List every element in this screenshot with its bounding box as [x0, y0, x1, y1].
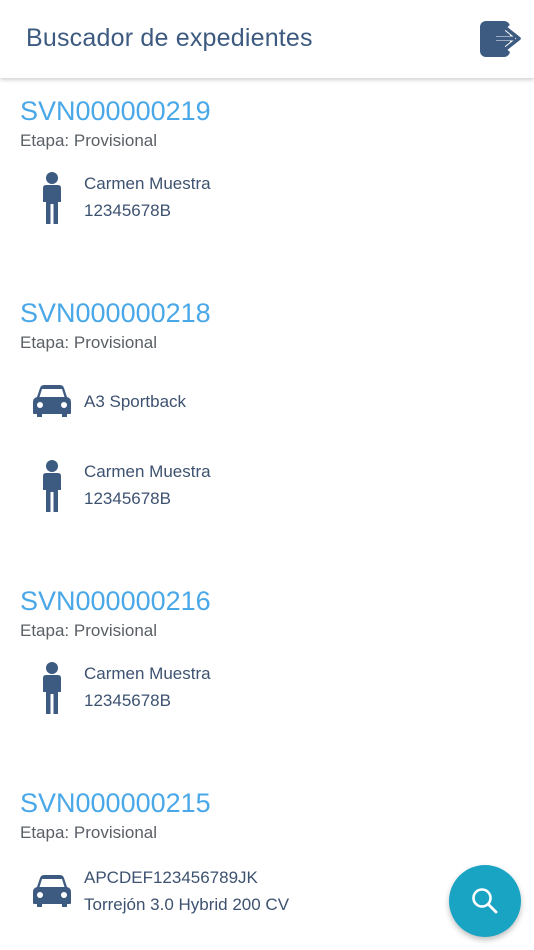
record-stage: Etapa: Provisional: [20, 621, 158, 640]
logout-icon: [480, 21, 524, 57]
entry-name: Carmen Muestra: [84, 462, 211, 481]
person-entry: Carmen Muestra 12345678B: [0, 460, 534, 520]
entry-name: Carmen Muestra: [84, 664, 211, 683]
person-icon: [43, 460, 61, 512]
entry-vin: APCDEF123456789JK: [84, 868, 258, 887]
page-title: Buscador de expedientes: [26, 24, 313, 52]
person-entry: Carmen Muestra 12345678B: [0, 172, 534, 232]
record-id[interactable]: SVN000000215: [20, 788, 211, 819]
app-bar: Buscador de expedientes: [0, 0, 534, 78]
record-id[interactable]: SVN000000218: [20, 298, 211, 329]
record-stage: Etapa: Provisional: [20, 131, 158, 150]
record-id[interactable]: SVN000000216: [20, 586, 211, 617]
entry-document: 12345678B: [84, 489, 171, 508]
record-stage: Etapa: Provisional: [20, 333, 158, 352]
car-icon: [33, 385, 71, 417]
car-icon: [33, 875, 71, 907]
logout-button[interactable]: [476, 18, 524, 60]
record-stage: Etapa: Provisional: [20, 823, 158, 842]
entry-name: Carmen Muestra: [84, 174, 211, 193]
person-entry: Carmen Muestra 12345678B: [0, 662, 534, 722]
record-id[interactable]: SVN000000219: [20, 96, 211, 127]
person-icon: [43, 172, 61, 224]
search-icon: [472, 888, 498, 914]
entry-model: A3 Sportback: [84, 392, 187, 411]
search-button[interactable]: [449, 865, 521, 937]
entry-document: 12345678B: [84, 691, 171, 710]
entry-model: Torrejón 3.0 Hybrid 200 CV: [84, 895, 290, 914]
person-icon: [43, 662, 61, 714]
entry-document: 12345678B: [84, 201, 171, 220]
vehicle-entry: A3 Sportback: [0, 382, 534, 442]
